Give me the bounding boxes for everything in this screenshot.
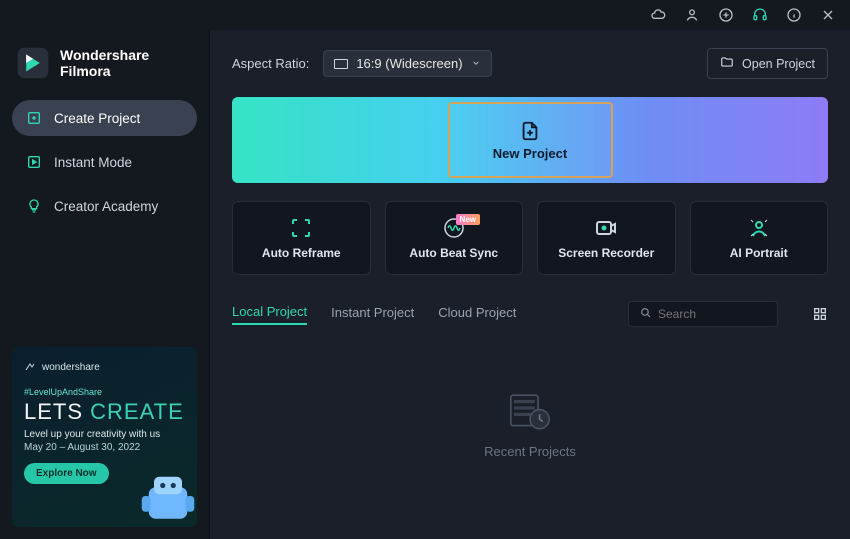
robot-icon: [133, 461, 197, 527]
headset-icon[interactable]: [752, 7, 768, 23]
tab-cloud-project[interactable]: Cloud Project: [438, 305, 516, 324]
toolbar: Aspect Ratio: 16:9 (Widescreen) Open Pro…: [232, 48, 828, 79]
new-badge: New: [456, 214, 480, 225]
feature-label: AI Portrait: [730, 246, 788, 260]
sidebar-item-label: Create Project: [54, 111, 140, 126]
filmora-logo-icon: [16, 46, 50, 80]
close-icon[interactable]: [820, 7, 836, 23]
search-icon: [639, 306, 652, 322]
promo-brand: wondershare: [24, 361, 185, 373]
brand-line1: Wondershare: [60, 47, 149, 63]
cloud-icon[interactable]: [650, 7, 666, 23]
aspect-ratio-value: 16:9 (Widescreen): [356, 56, 462, 71]
sidebar-item-instant-mode[interactable]: Instant Mode: [12, 144, 197, 180]
feature-row: Auto Reframe New Auto Beat Sync Screen R…: [232, 201, 828, 275]
recent-projects-icon: [506, 390, 554, 434]
lightbulb-icon: [26, 198, 42, 214]
sidebar-item-label: Creator Academy: [54, 199, 158, 214]
promo-tag: #LevelUpAndShare: [24, 387, 185, 397]
brand: Wondershare Filmora: [16, 46, 193, 80]
promo-copy: Level up your creativity with us: [24, 429, 185, 440]
search-box[interactable]: [628, 301, 778, 327]
search-input[interactable]: [658, 307, 767, 321]
user-icon[interactable]: [684, 7, 700, 23]
main-area: Wondershare Filmora Create Project Insta…: [0, 30, 850, 539]
sidebar: Wondershare Filmora Create Project Insta…: [0, 30, 210, 539]
promo-banner[interactable]: wondershare #LevelUpAndShare LETS CREATE…: [12, 347, 197, 527]
feature-auto-reframe[interactable]: Auto Reframe: [232, 201, 371, 275]
sidebar-item-create-project[interactable]: Create Project: [12, 100, 197, 136]
open-project-button[interactable]: Open Project: [707, 48, 828, 79]
empty-state: Recent Projects: [232, 327, 828, 521]
sidebar-item-creator-academy[interactable]: Creator Academy: [12, 188, 197, 224]
aspect-ratio-select[interactable]: 16:9 (Widescreen): [323, 50, 491, 77]
chevron-down-icon: [471, 56, 481, 71]
plus-square-icon: [26, 110, 42, 126]
play-square-icon: [26, 154, 42, 170]
project-tabs: Local Project Instant Project Cloud Proj…: [232, 301, 828, 327]
tab-instant-project[interactable]: Instant Project: [331, 305, 414, 324]
info-icon[interactable]: [786, 7, 802, 23]
hero-banner: New Project: [232, 97, 828, 183]
feature-screen-recorder[interactable]: Screen Recorder: [537, 201, 676, 275]
new-project-label: New Project: [493, 146, 567, 161]
recorder-icon: [594, 216, 618, 240]
content-area: Aspect Ratio: 16:9 (Widescreen) Open Pro…: [210, 30, 850, 539]
feature-label: Screen Recorder: [558, 246, 654, 260]
open-project-label: Open Project: [742, 57, 815, 71]
folder-icon: [720, 55, 734, 72]
brand-text: Wondershare Filmora: [60, 47, 149, 79]
sidebar-item-label: Instant Mode: [54, 155, 132, 170]
brand-line2: Filmora: [60, 63, 149, 79]
plus-circle-icon[interactable]: [718, 7, 734, 23]
feature-label: Auto Beat Sync: [409, 246, 498, 260]
feature-label: Auto Reframe: [262, 246, 341, 260]
promo-title: LETS CREATE: [24, 399, 185, 425]
empty-label: Recent Projects: [484, 444, 576, 459]
promo-dates: May 20 – August 30, 2022: [24, 442, 185, 453]
tab-local-project[interactable]: Local Project: [232, 304, 307, 325]
feature-auto-beat-sync[interactable]: New Auto Beat Sync: [385, 201, 524, 275]
portrait-icon: [747, 216, 771, 240]
reframe-icon: [289, 216, 313, 240]
titlebar: [0, 0, 850, 30]
new-project-button[interactable]: New Project: [448, 102, 613, 178]
promo-explore-button[interactable]: Explore Now: [24, 463, 109, 484]
grid-view-icon[interactable]: [812, 306, 828, 322]
feature-ai-portrait[interactable]: AI Portrait: [690, 201, 829, 275]
aspect-ratio-label: Aspect Ratio:: [232, 56, 309, 71]
widescreen-icon: [334, 59, 348, 69]
